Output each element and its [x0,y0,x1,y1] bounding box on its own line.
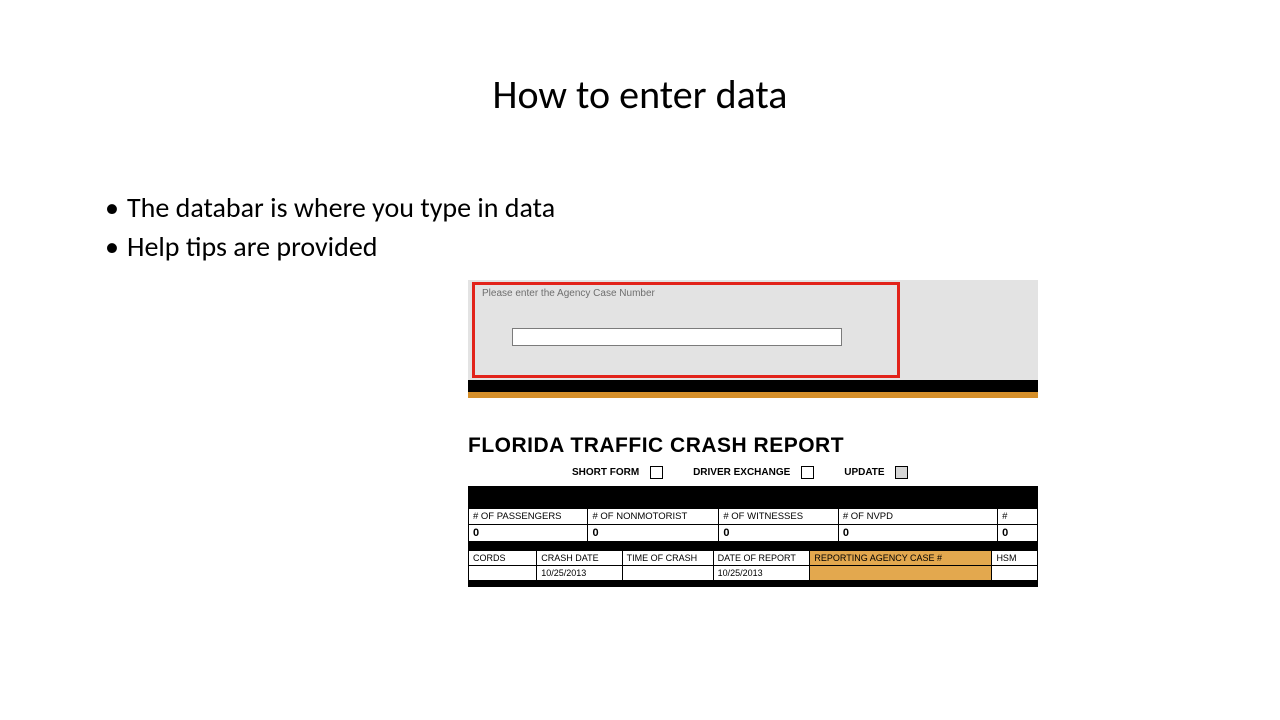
bullet-2-text: Help tips are provided [127,229,377,264]
th-passengers: # OF PASSENGERS [469,509,588,525]
bullet-1-text: The databar is where you type in data [127,190,555,225]
val-witnesses: 0 [719,525,838,542]
driver-exchange-checkbox[interactable] [801,466,814,479]
th-report-date: DATE OF REPORT [713,551,810,566]
spacer [468,398,1038,434]
bullet-1: •The databar is where you type in data [105,190,555,225]
th-nvpd: # OF NVPD [838,509,997,525]
divider [468,542,1038,550]
th-crash-date: CRASH DATE [537,551,622,566]
th-nonmotorist: # OF NONMOTORIST [588,509,719,525]
embedded-screenshot: Please enter the Agency Case Number FLOR… [468,280,1038,587]
divider [468,380,1038,392]
slide-title: How to enter data [0,70,1280,119]
th-cords: CORDS [469,551,537,566]
val-extra: 0 [998,525,1038,542]
details-table: CORDS CRASH DATE TIME OF CRASH DATE OF R… [468,550,1038,581]
short-form-checkbox[interactable] [650,466,663,479]
counts-table: # OF PASSENGERS # OF NONMOTORIST # OF WI… [468,508,1038,542]
section-bar [468,486,1038,508]
bullet-list: •The databar is where you type in data •… [105,190,555,268]
short-form-label: SHORT FORM [572,467,639,478]
databar-panel: Please enter the Agency Case Number [468,280,1038,380]
val-nonmotorist: 0 [588,525,719,542]
val-nvpd: 0 [838,525,997,542]
databar-help-text: Please enter the Agency Case Number [482,288,655,299]
report-title: FLORIDA TRAFFIC CRASH REPORT [468,434,1038,458]
update-label: UPDATE [844,467,884,478]
driver-exchange-label: DRIVER EXCHANGE [693,467,790,478]
bullet-2: •Help tips are provided [105,229,555,264]
agency-case-input[interactable] [512,328,842,346]
val-cords [469,566,537,581]
th-agency-case-highlight: REPORTING AGENCY CASE # [810,551,992,566]
th-crash-time: TIME OF CRASH [622,551,713,566]
th-hsm: HSM [992,551,1038,566]
val-hsm [992,566,1038,581]
val-agency-case-highlight [810,566,992,581]
th-witnesses: # OF WITNESSES [719,509,838,525]
th-extra: # [998,509,1038,525]
form-type-row: SHORT FORM DRIVER EXCHANGE UPDATE [468,464,1038,482]
update-checkbox[interactable] [895,466,908,479]
val-passengers: 0 [469,525,588,542]
val-crash-date: 10/25/2013 [537,566,622,581]
val-report-date: 10/25/2013 [713,566,810,581]
divider [468,581,1038,587]
val-crash-time [622,566,713,581]
